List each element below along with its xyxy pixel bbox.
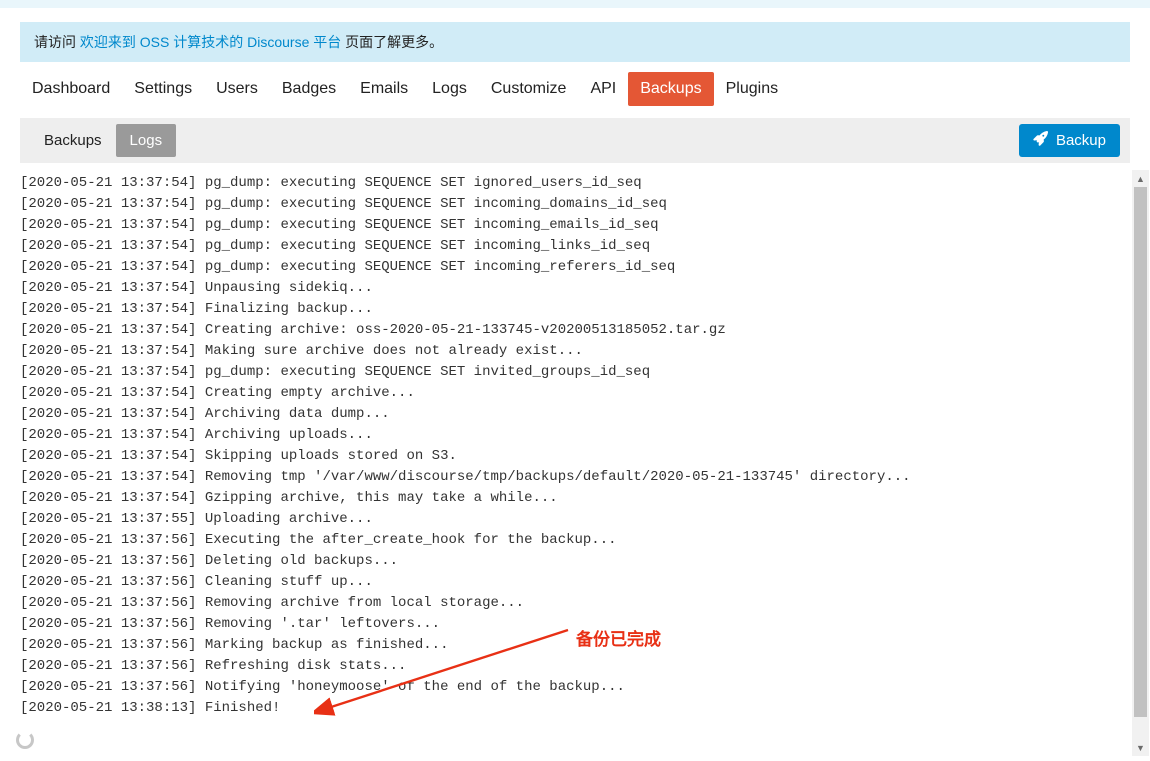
log-output-panel: [2020-05-21 13:37:54] pg_dump: executing…	[20, 173, 1130, 725]
nav-item-api[interactable]: API	[578, 72, 628, 106]
nav-item-logs[interactable]: Logs	[420, 72, 479, 106]
sub-tab-logs[interactable]: Logs	[116, 124, 177, 157]
nav-item-customize[interactable]: Customize	[479, 72, 579, 106]
rocket-icon	[1033, 131, 1048, 150]
nav-item-settings[interactable]: Settings	[122, 72, 204, 106]
notice-link[interactable]: 欢迎来到 OSS 计算技术的 Discourse 平台	[80, 34, 341, 50]
nav-item-backups[interactable]: Backups	[628, 72, 713, 106]
top-strip	[0, 0, 1150, 8]
admin-main-nav: DashboardSettingsUsersBadgesEmailsLogsCu…	[20, 72, 1130, 112]
backup-button[interactable]: Backup	[1019, 124, 1120, 157]
nav-item-emails[interactable]: Emails	[348, 72, 420, 106]
backups-sub-tabs: BackupsLogs	[30, 124, 176, 157]
welcome-notice: 请访问 欢迎来到 OSS 计算技术的 Discourse 平台 页面了解更多。	[20, 22, 1130, 62]
loading-spinner-icon	[16, 731, 34, 749]
nav-item-dashboard[interactable]: Dashboard	[20, 72, 122, 106]
nav-item-badges[interactable]: Badges	[270, 72, 348, 106]
scrollbar-thumb[interactable]	[1134, 187, 1147, 717]
backup-button-label: Backup	[1056, 132, 1106, 149]
nav-item-users[interactable]: Users	[204, 72, 270, 106]
sub-tab-backups[interactable]: Backups	[30, 124, 116, 157]
backups-sub-bar: BackupsLogs Backup	[20, 118, 1130, 163]
notice-prefix: 请访问	[34, 34, 80, 50]
notice-suffix: 页面了解更多。	[341, 34, 443, 50]
nav-item-plugins[interactable]: Plugins	[714, 72, 790, 106]
log-output: [2020-05-21 13:37:54] pg_dump: executing…	[20, 173, 1130, 725]
scroll-up-button[interactable]: ▲	[1132, 170, 1149, 187]
scroll-down-button[interactable]: ▼	[1132, 739, 1149, 756]
vertical-scrollbar[interactable]: ▲ ▼	[1132, 170, 1149, 756]
